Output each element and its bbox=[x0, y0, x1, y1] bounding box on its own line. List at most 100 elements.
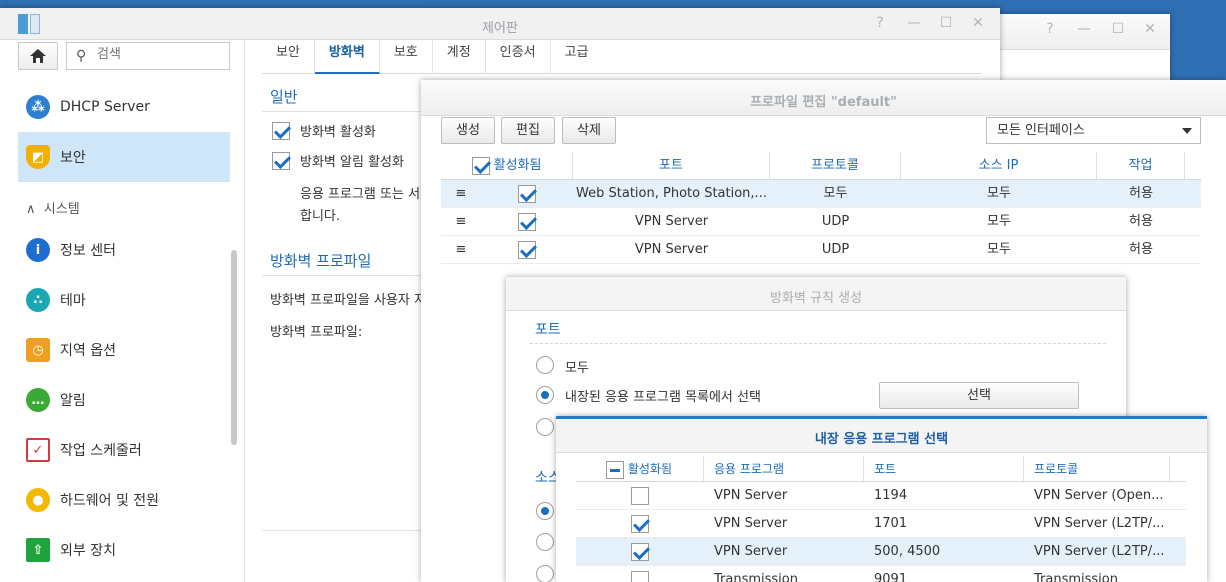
network-icon: ⁂ bbox=[26, 95, 50, 119]
cell-action: 허용 bbox=[1129, 242, 1153, 257]
upload-icon: ⇧ bbox=[26, 538, 50, 562]
row-checkbox[interactable] bbox=[518, 184, 536, 203]
edit-button[interactable]: 편집 bbox=[501, 117, 555, 144]
interface-select[interactable]: 모든 인터페이스 bbox=[986, 117, 1201, 144]
table-header: 활성화됨 응용 프로그램 포트 프로토콜 bbox=[576, 456, 1186, 482]
table-row[interactable]: VPN Server 1701 VPN Server (L2TP/... bbox=[576, 510, 1186, 538]
select-all-checkbox[interactable] bbox=[471, 156, 490, 175]
column-port[interactable]: 포트 bbox=[573, 152, 770, 179]
close-icon[interactable]: ✕ bbox=[1140, 21, 1160, 37]
enable-firewall-checkbox[interactable] bbox=[272, 121, 290, 140]
cell-source: 모두 bbox=[987, 186, 1011, 201]
tab-bar: 보안 방화벽 보호 계정 인증서 고급 bbox=[262, 40, 982, 74]
column-enabled[interactable]: 활성화됨 bbox=[441, 152, 573, 179]
sidebar-item-external-devices[interactable]: ⇧ 외부 장치 bbox=[18, 525, 230, 575]
sidebar: ⚲ ⁂ DHCP Server ◩ 보안 ∧ 시스템 i 정보 센터 ∴ 테마 … bbox=[0, 40, 245, 582]
column-port[interactable]: 포트 bbox=[864, 456, 1024, 481]
help-icon[interactable]: ? bbox=[870, 15, 890, 31]
column-application[interactable]: 응용 프로그램 bbox=[704, 456, 864, 481]
app-table: 활성화됨 응용 프로그램 포트 프로토콜 VPN Server 1194 VPN… bbox=[576, 456, 1186, 582]
cell-action: 허용 bbox=[1129, 186, 1153, 201]
row-checkbox-cell bbox=[481, 180, 573, 207]
sidebar-scrollbar[interactable] bbox=[231, 250, 237, 445]
minimize-icon[interactable]: — bbox=[1074, 21, 1094, 37]
select-button[interactable]: 선택 bbox=[879, 382, 1079, 409]
column-action[interactable]: 작업 bbox=[1097, 152, 1185, 179]
map-clock-icon: ◷ bbox=[26, 338, 50, 362]
maximize-icon[interactable]: ☐ bbox=[936, 15, 956, 31]
tab-advanced[interactable]: 고급 bbox=[551, 40, 603, 74]
search-field[interactable]: ⚲ bbox=[66, 42, 230, 70]
cell-port: VPN Server bbox=[634, 214, 709, 229]
enable-notify-checkbox[interactable] bbox=[272, 151, 290, 170]
sidebar-item-task-scheduler[interactable]: ✓ 작업 스케줄러 bbox=[18, 425, 230, 475]
tab-protection[interactable]: 보호 bbox=[380, 40, 433, 74]
sidebar-item-regional-options[interactable]: ◷ 지역 옵션 bbox=[18, 325, 230, 375]
table-row[interactable]: ≡ VPN Server UDP 모두 허용 bbox=[441, 236, 1201, 264]
source-location-radio[interactable] bbox=[536, 565, 554, 582]
port-section-title: 포트 bbox=[535, 322, 561, 338]
tab-certificate[interactable]: 인증서 bbox=[486, 40, 551, 74]
table-row[interactable]: VPN Server 1194 VPN Server (Open... bbox=[576, 482, 1186, 510]
app-select-titlebar: 내장 응용 프로그램 선택 bbox=[556, 419, 1207, 453]
enable-notify-option[interactable]: 방화벽 알림 활성화 bbox=[272, 151, 404, 170]
table-row[interactable]: VPN Server 500, 4500 VPN Server (L2TP/..… bbox=[576, 538, 1186, 566]
create-button[interactable]: 생성 bbox=[441, 117, 495, 144]
sidebar-item-label: 보안 bbox=[60, 150, 86, 166]
sidebar-item-label: 외부 장치 bbox=[60, 543, 116, 559]
divider bbox=[530, 343, 1106, 344]
row-checkbox[interactable] bbox=[518, 212, 536, 231]
port-all-radio[interactable] bbox=[536, 356, 554, 374]
source-specific-radio[interactable] bbox=[536, 533, 554, 551]
maximize-icon[interactable]: ☐ bbox=[1108, 21, 1128, 37]
column-enabled[interactable]: 활성화됨 bbox=[576, 456, 704, 481]
sidebar-item-security[interactable]: ◩ 보안 bbox=[18, 132, 230, 182]
sidebar-item-notification[interactable]: … 알림 bbox=[18, 375, 230, 425]
row-checkbox[interactable] bbox=[631, 514, 649, 533]
help-icon[interactable]: ? bbox=[1040, 21, 1060, 37]
cell-port: 500, 4500 bbox=[874, 544, 941, 559]
minimize-icon[interactable]: — bbox=[904, 15, 924, 31]
row-checkbox-cell bbox=[481, 208, 573, 235]
drag-handle-icon[interactable]: ≡ bbox=[441, 180, 481, 207]
sidebar-section-system[interactable]: ∧ 시스템 bbox=[26, 198, 80, 217]
close-icon[interactable]: ✕ bbox=[968, 15, 988, 31]
sidebar-item-dhcp[interactable]: ⁂ DHCP Server bbox=[18, 82, 230, 132]
table-row[interactable]: ≡ Web Station, Photo Station,... 모두 모두 허… bbox=[441, 180, 1201, 208]
column-protocol[interactable]: 프로토콜 bbox=[770, 152, 901, 179]
port-custom-radio[interactable] bbox=[536, 418, 554, 436]
row-checkbox[interactable] bbox=[631, 486, 649, 505]
tab-account[interactable]: 계정 bbox=[433, 40, 486, 74]
drag-handle-icon[interactable]: ≡ bbox=[441, 208, 481, 235]
bulb-icon: ● bbox=[26, 488, 50, 512]
column-protocol[interactable]: 프로토콜 bbox=[1024, 456, 1170, 481]
sidebar-item-info-center[interactable]: i 정보 센터 bbox=[18, 225, 230, 275]
select-all-checkbox[interactable] bbox=[606, 460, 624, 479]
delete-button[interactable]: 삭제 bbox=[562, 117, 616, 144]
sidebar-item-theme[interactable]: ∴ 테마 bbox=[18, 275, 230, 325]
row-checkbox[interactable] bbox=[631, 570, 649, 582]
tab-security[interactable]: 보안 bbox=[262, 40, 315, 74]
sidebar-item-hardware-power[interactable]: ● 하드웨어 및 전원 bbox=[18, 475, 230, 525]
sidebar-item-label: 정보 센터 bbox=[60, 243, 116, 259]
table-row[interactable]: Transmission 9091 Transmission bbox=[576, 566, 1186, 582]
enable-firewall-option[interactable]: 방화벽 활성화 bbox=[272, 121, 376, 140]
table-row[interactable]: ≡ VPN Server UDP 모두 허용 bbox=[441, 208, 1201, 236]
cell-protocol: UDP bbox=[821, 242, 850, 257]
tab-firewall[interactable]: 방화벽 bbox=[314, 40, 380, 74]
cell-port: 1701 bbox=[874, 516, 908, 531]
port-builtin-radio[interactable] bbox=[536, 386, 554, 404]
home-button[interactable] bbox=[18, 42, 58, 70]
sidebar-item-label: 알림 bbox=[60, 393, 86, 409]
table-header: 활성화됨 포트 프로토콜 소스 IP 작업 bbox=[441, 152, 1201, 180]
general-description-cont: 합니다. bbox=[300, 209, 341, 224]
search-input[interactable] bbox=[97, 47, 222, 62]
source-all-radio[interactable] bbox=[536, 502, 554, 520]
row-checkbox[interactable] bbox=[518, 240, 536, 259]
drag-handle-icon[interactable]: ≡ bbox=[441, 236, 481, 263]
cell-app: Transmission bbox=[714, 572, 798, 582]
column-source-ip[interactable]: 소스 IP bbox=[901, 152, 1097, 179]
row-checkbox[interactable] bbox=[631, 542, 649, 561]
enable-notify-label: 방화벽 알림 활성화 bbox=[300, 155, 404, 170]
cell-source: 모두 bbox=[987, 214, 1011, 229]
